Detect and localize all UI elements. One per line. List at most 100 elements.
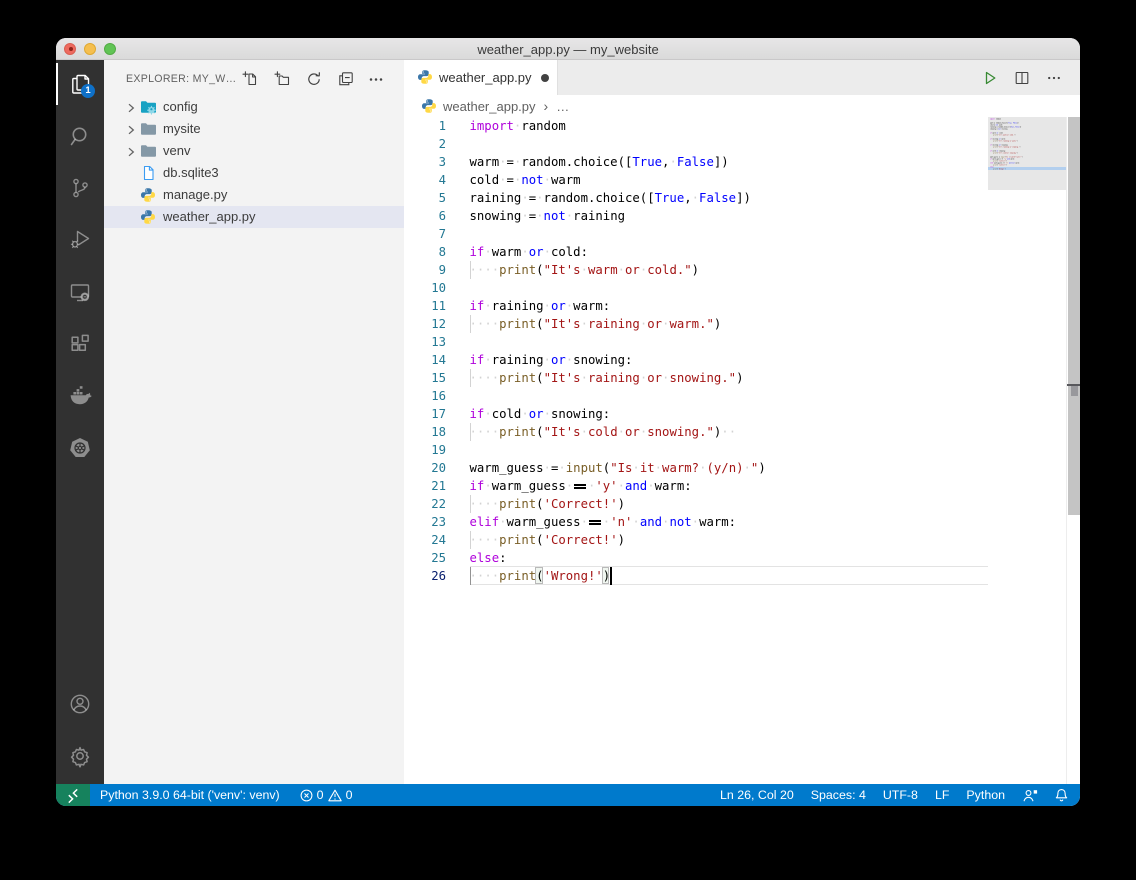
activity-bar-item-extensions[interactable] xyxy=(56,320,104,368)
status-right: Ln 26, Col 20 Spaces: 4 UTF-8 LF Python xyxy=(720,784,1068,806)
explorer-sidebar: EXPLORER: MY_W… configmysitevenv db.sqli… xyxy=(104,60,404,784)
line-number: 14 xyxy=(404,351,446,369)
line-number: 17 xyxy=(404,405,446,423)
line-number: 4 xyxy=(404,171,446,189)
code-line-15: 15····print("It's·raining·or·snowing.") xyxy=(404,369,1080,387)
code-line-16: 16 xyxy=(404,387,1080,405)
run-python-file-button[interactable] xyxy=(982,70,998,86)
line-number: 9 xyxy=(404,261,446,279)
minimap[interactable]: import·randomwarm·=·random.choice([True,… xyxy=(988,117,1066,784)
folder-config-icon xyxy=(140,99,157,115)
line-number: 16 xyxy=(404,387,446,405)
status-item-language-mode[interactable]: Python xyxy=(966,788,1005,802)
collapse-all-button[interactable] xyxy=(338,71,354,87)
line-number: 7 xyxy=(404,225,446,243)
tab-bar: weather_app.py xyxy=(404,60,1080,95)
line-number: 12 xyxy=(404,315,446,333)
status-item-encoding[interactable]: UTF-8 xyxy=(883,788,918,802)
activity-bar-item-source-control[interactable] xyxy=(56,164,104,212)
line-number: 3 xyxy=(404,153,446,171)
tree-item-manage-py[interactable]: manage.py xyxy=(104,184,404,206)
status-item-cursor-position[interactable]: Ln 26, Col 20 xyxy=(720,788,794,802)
breadcrumbs: weather_app.py › … xyxy=(404,95,1080,117)
code-line-2: 2 xyxy=(404,135,1080,153)
editor-more-actions-button[interactable] xyxy=(1046,70,1062,86)
code-line-18: 18····print("It's·cold·or·snowing.")·· xyxy=(404,423,1080,441)
status-item-problems[interactable]: 00 xyxy=(300,788,353,802)
new-folder-button[interactable] xyxy=(274,71,290,87)
code-line-10: 10 xyxy=(404,279,1080,297)
sidebar-title: EXPLORER: MY_W… xyxy=(126,73,236,85)
tree-item-label: db.sqlite3 xyxy=(163,165,219,180)
tree-item-weather-app-py[interactable]: weather_app.py xyxy=(104,206,404,228)
tab-label: weather_app.py xyxy=(439,70,532,85)
bracket-match-highlight xyxy=(602,567,609,584)
activity-bar-item-search[interactable] xyxy=(56,112,104,160)
tree-item-mysite[interactable]: mysite xyxy=(104,118,404,140)
split-editor-button[interactable] xyxy=(1014,70,1030,86)
tree-item-db-sqlite3[interactable]: db.sqlite3 xyxy=(104,162,404,184)
python-icon xyxy=(140,187,157,203)
line-number: 18 xyxy=(404,423,446,441)
code-line-23: 23elif·warm_guess··'n'·and·not·warm: xyxy=(404,513,1080,531)
tree-item-venv[interactable]: venv xyxy=(104,140,404,162)
activity-bar-item-kubernetes[interactable] xyxy=(56,424,104,472)
activity-bar-item-explorer[interactable]: 1 xyxy=(56,60,104,108)
new-file-button[interactable] xyxy=(242,71,258,87)
window-title: weather_app.py — my_website xyxy=(56,38,1080,60)
modified-dot-icon[interactable] xyxy=(541,74,549,82)
status-left: Python 3.9.0 64-bit ('venv': venv) 00 xyxy=(100,784,352,806)
bell-icon xyxy=(1055,788,1068,802)
refresh-button[interactable] xyxy=(306,71,322,87)
line-number: 21 xyxy=(404,477,446,495)
error-icon xyxy=(300,789,313,802)
file-generic-icon xyxy=(140,165,157,181)
line-number: 23 xyxy=(404,513,446,531)
line-number: 11 xyxy=(404,297,446,315)
activity-bar-item-accounts[interactable] xyxy=(56,680,104,728)
python-icon xyxy=(140,209,157,225)
chevron-right-icon[interactable] xyxy=(125,145,137,157)
code-line-13: 13 xyxy=(404,333,1080,351)
activity-bar-item-docker[interactable] xyxy=(56,372,104,420)
scrollbar-slider[interactable] xyxy=(1068,117,1080,515)
chevron-right-icon[interactable] xyxy=(125,123,137,135)
line-number: 1 xyxy=(404,117,446,135)
overview-ruler-handle xyxy=(1071,386,1078,396)
activity-bar-item-run-and-debug[interactable] xyxy=(56,216,104,264)
line-number: 24 xyxy=(404,531,446,549)
line-number: 6 xyxy=(404,207,446,225)
sidebar-header: EXPLORER: MY_W… xyxy=(104,60,404,95)
breadcrumb-symbol[interactable]: … xyxy=(556,99,569,114)
line-number: 26 xyxy=(404,567,446,585)
code-line-7: 7 xyxy=(404,225,1080,243)
title-bar: weather_app.py — my_website xyxy=(56,38,1080,60)
line-number: 5 xyxy=(404,189,446,207)
status-item-notifications[interactable] xyxy=(1055,788,1068,802)
status-item-python-interpreter[interactable]: Python 3.9.0 64-bit ('venv': venv) xyxy=(100,788,280,802)
status-item-eol[interactable]: LF xyxy=(935,788,949,802)
code-line-26: 26····print('Wrong!') xyxy=(404,567,1080,585)
activity-bar-item-remote-explorer[interactable] xyxy=(56,268,104,316)
remote-indicator[interactable] xyxy=(56,784,90,806)
status-item-feedback[interactable] xyxy=(1022,789,1038,802)
vertical-scrollbar[interactable] xyxy=(1066,117,1080,784)
vscode-window: weather_app.py — my_website 1 xyxy=(56,38,1080,806)
equals-ligature xyxy=(588,513,603,531)
chevron-right-icon[interactable] xyxy=(125,101,137,113)
code-line-9: 9····print("It's·warm·or·cold.") xyxy=(404,261,1080,279)
tab-weather-app[interactable]: weather_app.py xyxy=(404,60,558,95)
tree-item-config[interactable]: config xyxy=(104,96,404,118)
code-line-19: 19 xyxy=(404,441,1080,459)
code-line-22: 22····print('Correct!') xyxy=(404,495,1080,513)
code-editor[interactable]: 1import·random23warm·=·random.choice([Tr… xyxy=(404,117,1080,784)
python-file-icon xyxy=(417,69,433,90)
more-actions-button[interactable] xyxy=(368,71,384,87)
code-line-21: 21if·warm_guess··'y'·and·warm: xyxy=(404,477,1080,495)
status-item-indentation[interactable]: Spaces: 4 xyxy=(811,788,866,802)
line-number: 25 xyxy=(404,549,446,567)
activity-bar-item-manage[interactable] xyxy=(56,732,104,780)
line-number: 20 xyxy=(404,459,446,477)
breadcrumb-file[interactable]: weather_app.py xyxy=(443,99,536,114)
line-number: 15 xyxy=(404,369,446,387)
